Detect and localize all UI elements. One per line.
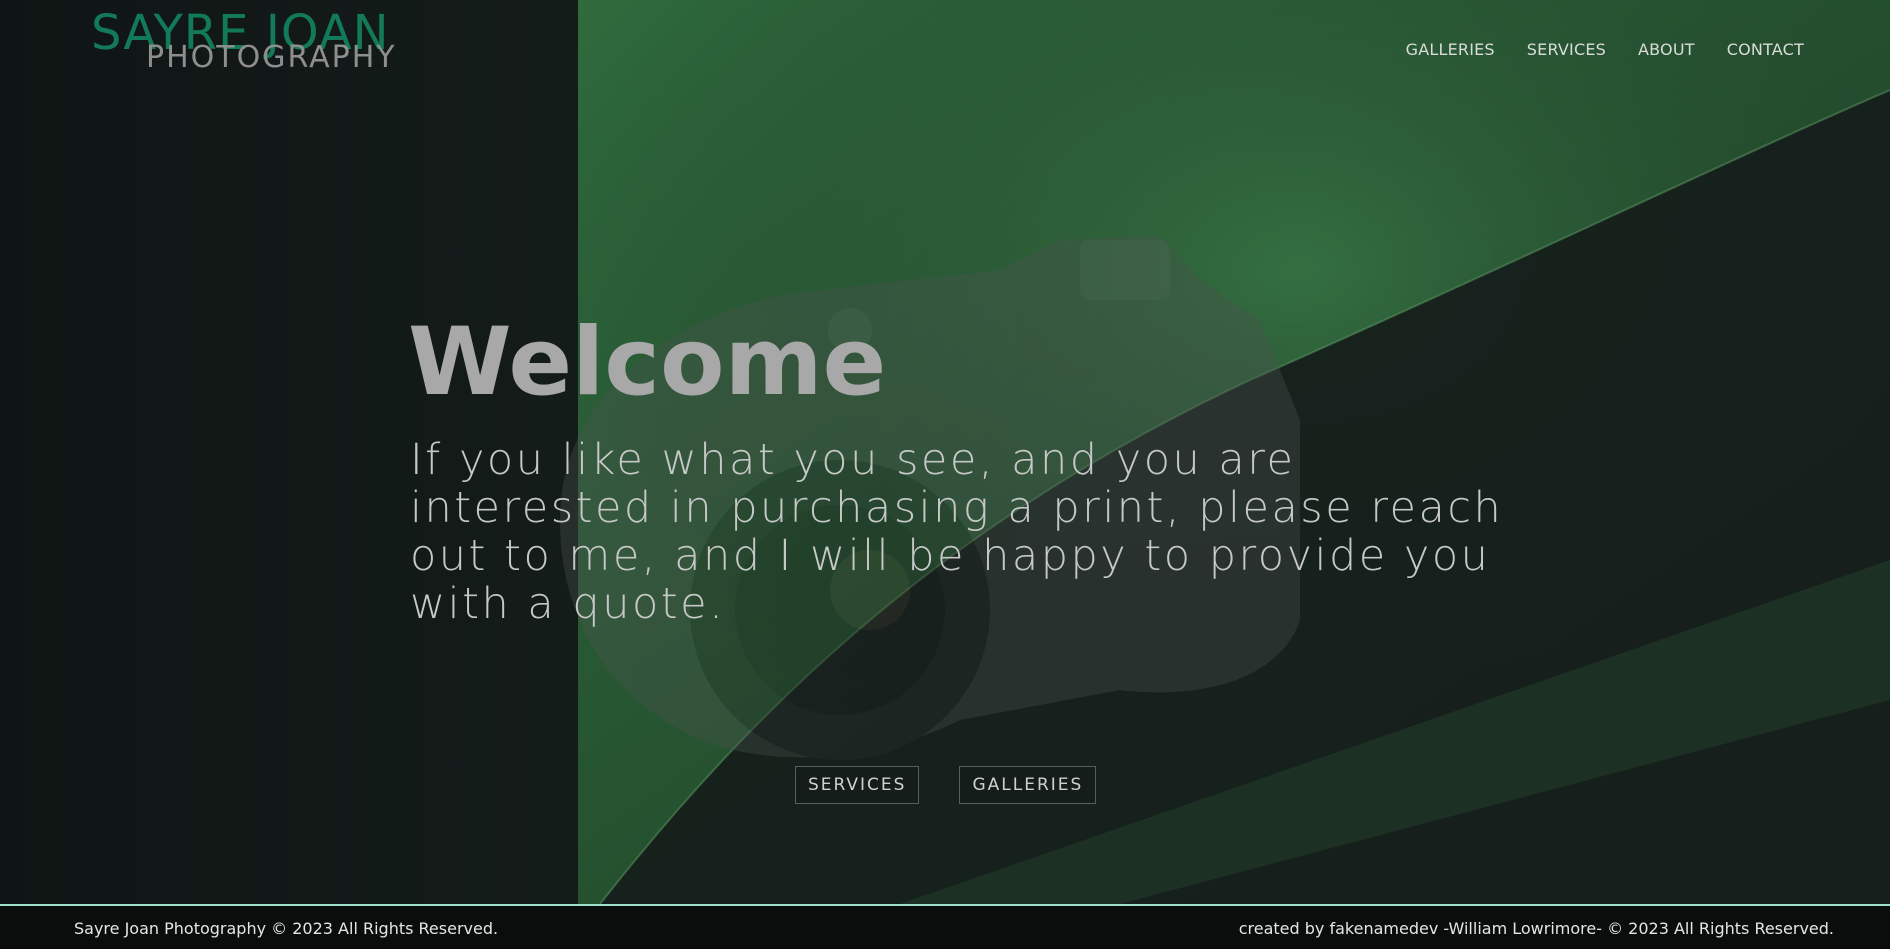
footer: Sayre Joan Photography © 2023 All Rights… xyxy=(0,904,1890,949)
nav-item-galleries[interactable]: GALLERIES xyxy=(1406,40,1495,59)
brand-logo[interactable]: SAYRE JOAN PHOTOGRAPHY xyxy=(91,8,411,78)
brand-tagline: PHOTOGRAPHY xyxy=(146,40,397,75)
nav-item-about[interactable]: ABOUT xyxy=(1638,40,1695,59)
footer-copyright: Sayre Joan Photography © 2023 All Rights… xyxy=(74,919,499,938)
welcome-heading: Welcome xyxy=(408,308,887,417)
services-button[interactable]: SERVICES xyxy=(795,766,920,804)
nav-item-services[interactable]: SERVICES xyxy=(1527,40,1606,59)
nav-item-contact[interactable]: CONTACT xyxy=(1727,40,1804,59)
cta-button-row: SERVICES GALLERIES xyxy=(795,766,1097,804)
page: SAYRE JOAN PHOTOGRAPHY GALLERIES SERVICE… xyxy=(0,0,1890,949)
welcome-message: If you like what you see, and you are in… xyxy=(410,435,1504,629)
main-nav: GALLERIES SERVICES ABOUT CONTACT xyxy=(1406,40,1804,59)
galleries-button[interactable]: GALLERIES xyxy=(959,766,1097,804)
footer-credits: created by fakenamedev -William Lowrimor… xyxy=(1238,919,1834,938)
